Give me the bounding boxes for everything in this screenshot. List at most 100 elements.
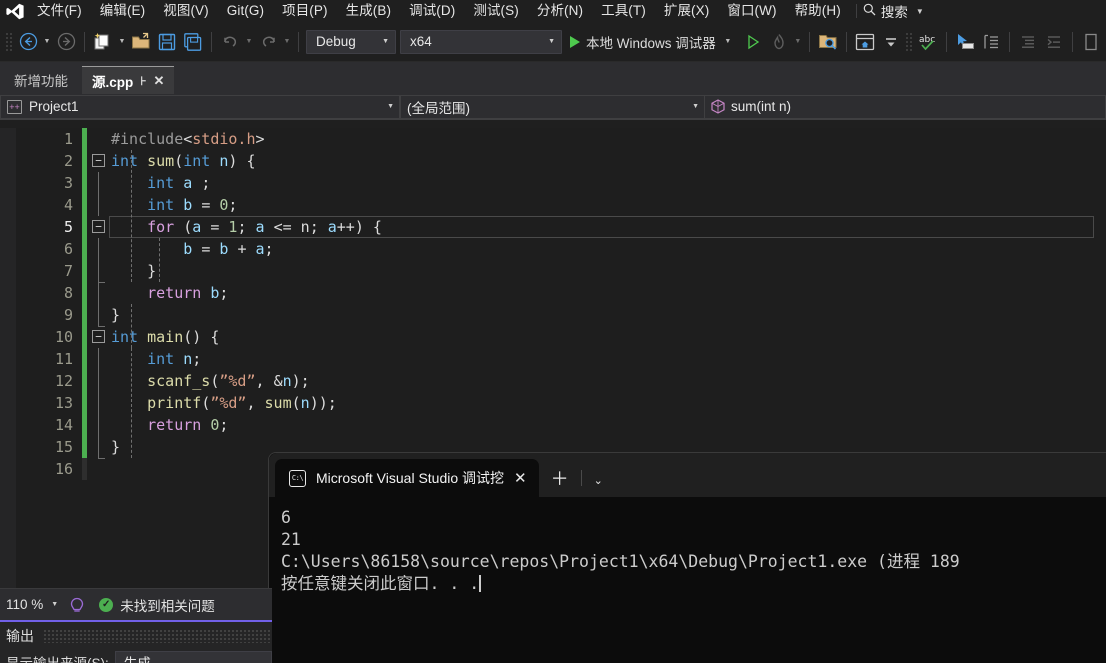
line-number: 4 [63,196,73,214]
new-project-icon[interactable] [90,29,116,55]
search-in-folder-icon[interactable] [815,29,841,55]
menu-item-view[interactable]: 视图(V) [154,1,218,22]
navigate-backward-button[interactable] [15,29,41,55]
member-dropdown[interactable]: sum(int n) [705,94,1106,119]
navigate-backward-dropdown[interactable]: ▼ [41,29,53,55]
navigate-forward-button[interactable] [53,29,79,55]
code-line[interactable]: 3 int a ; [16,172,1106,194]
chevron-down-icon[interactable]: ▼ [51,601,58,608]
spell-check-icon[interactable]: abc [915,29,941,55]
save-all-icon[interactable] [180,29,206,55]
code-line[interactable]: 10 − int main() { [16,326,1106,348]
menu-item-window[interactable]: 窗口(W) [718,1,785,22]
code-line[interactable]: 4 int b = 0; [16,194,1106,216]
outline-margin[interactable] [87,128,109,150]
chevron-down-icon[interactable]: ▼ [916,7,924,16]
code-line[interactable]: 6 b = b + a; [16,238,1106,260]
project-name: Project1 [29,99,79,114]
scope-dropdown[interactable]: (全局范围) ▼ [400,94,705,119]
redo-dropdown[interactable]: ▼ [281,29,293,55]
code-line-current[interactable]: 5 − for (a = 1; a <= n; a++) { [16,216,1106,238]
close-icon[interactable]: ✕ [154,74,165,87]
save-icon[interactable] [154,29,180,55]
outline-margin[interactable] [87,282,109,304]
outline-margin[interactable]: − [87,150,109,172]
output-panel-title: 输出 [6,628,34,644]
chevron-down-icon[interactable]: ▼ [722,29,734,55]
tab-source-cpp[interactable]: 源.cpp ⊦ ✕ [82,66,175,94]
toolbar-grip[interactable] [4,30,13,53]
tab-whats-new[interactable]: 新增功能 [0,66,82,94]
menu-item-help[interactable]: 帮助(H) [786,1,850,22]
zoom-level[interactable]: 110 % [6,597,43,612]
code-line[interactable]: 2 − int sum(int n) { [16,150,1106,172]
outline-margin[interactable] [87,172,109,194]
code-line[interactable]: 8 return b; [16,282,1106,304]
close-icon[interactable]: ✕ [514,471,527,486]
menu-item-edit[interactable]: 编辑(E) [91,1,155,22]
outline-margin[interactable] [87,348,109,370]
outline-margin[interactable] [87,304,109,327]
code-line[interactable]: 11 int n; [16,348,1106,370]
start-without-debugging-icon[interactable] [740,29,766,55]
outline-margin[interactable]: − [87,216,109,238]
menu-item-debug[interactable]: 调试(D) [400,1,464,22]
console-output[interactable]: 6 21 C:\Users\86158\source\repos\Project… [269,497,1106,595]
code-line[interactable]: 13 printf(”%d”, sum(n)); [16,392,1106,414]
outline-margin[interactable] [87,392,109,414]
collapse-toggle-icon[interactable]: − [92,330,105,343]
menu-item-project[interactable]: 项目(P) [273,1,337,22]
menu-item-extensions[interactable]: 扩展(X) [655,1,719,22]
new-tab-icon[interactable]: ＋ [539,470,581,488]
code-line[interactable]: 14 return 0; [16,414,1106,436]
intellicode-icon[interactable] [67,597,87,613]
collapse-toggle-icon[interactable]: − [92,220,105,233]
outline-margin[interactable] [87,194,109,216]
menu-item-build[interactable]: 生成(B) [337,1,401,22]
menu-item-file[interactable]: 文件(F) [28,1,91,22]
start-debugging-button[interactable]: 本地 Windows 调试器 ▼ [564,29,740,55]
project-dropdown[interactable]: ++ Project1 ▼ [0,94,400,119]
output-tool-window[interactable]: 输出 显示输出来源(S): 生成 [0,620,272,663]
debug-console-window[interactable]: C:\ Microsoft Visual Studio 调试挖 ✕ ＋ ⌄ 6 … [268,452,1106,663]
increase-indent-icon[interactable] [1041,29,1067,55]
redo-icon[interactable] [255,29,281,55]
toolbar-overflow-icon[interactable] [1078,29,1104,55]
toolbar-grip[interactable] [903,30,913,53]
menu-item-git[interactable]: Git(G) [218,1,273,22]
outline-margin[interactable] [87,370,109,392]
collapse-icon[interactable] [878,29,904,55]
collapse-toggle-icon[interactable]: − [92,154,105,167]
comment-lines-icon[interactable] [978,29,1004,55]
hot-reload-dropdown[interactable]: ▼ [792,29,804,55]
pin-icon[interactable]: ⊦ [140,74,146,88]
code-line[interactable]: 1 #include<stdio.h> [16,128,1106,150]
outline-margin[interactable] [87,414,109,436]
menu-item-test[interactable]: 测试(S) [464,1,528,22]
code-line[interactable]: 7 } [16,260,1106,283]
global-search[interactable]: 搜索 ▼ [863,1,924,21]
outline-margin[interactable] [87,458,109,480]
chevron-down-icon[interactable]: ⌄ [582,474,615,487]
code-line[interactable]: 9 } [16,304,1106,327]
pointer-select-icon[interactable] [952,29,978,55]
panel-grip[interactable] [43,629,272,643]
code-line[interactable]: 12 scanf_s(”%d”, &n); [16,370,1106,392]
undo-dropdown[interactable]: ▼ [243,29,255,55]
console-tab[interactable]: C:\ Microsoft Visual Studio 调试挖 ✕ [275,459,539,497]
hot-reload-icon[interactable] [766,29,792,55]
outline-margin[interactable] [87,436,109,459]
output-source-dropdown[interactable]: 生成 [114,651,272,663]
solution-platform-dropdown[interactable]: x64 ▼ [400,29,562,54]
open-file-icon[interactable] [128,29,154,55]
solution-explorer-icon[interactable] [852,29,878,55]
menu-item-tools[interactable]: 工具(T) [592,1,655,22]
outline-margin[interactable] [87,238,109,260]
menu-item-analyze[interactable]: 分析(N) [528,1,592,22]
outline-margin[interactable] [87,260,109,283]
undo-icon[interactable] [217,29,243,55]
outline-margin[interactable]: − [87,326,109,348]
solution-configuration-dropdown[interactable]: Debug ▼ [306,29,396,54]
decrease-indent-icon[interactable] [1015,29,1041,55]
new-project-dropdown[interactable]: ▼ [116,29,128,55]
